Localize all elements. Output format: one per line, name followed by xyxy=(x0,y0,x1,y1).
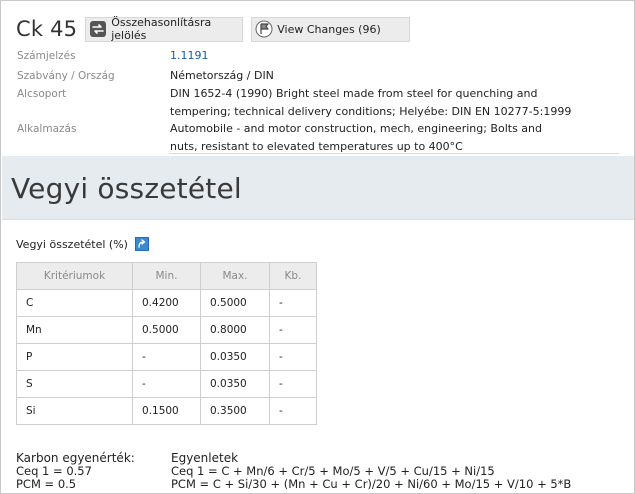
mark-for-compare-label: Összehasonlításra jelölés xyxy=(111,16,212,42)
table-row: Mn 0.5000 0.8000 - xyxy=(16,316,317,344)
property-label: Szabvány / Ország xyxy=(17,70,115,82)
property-row-number: Számjelzés 1.1191 xyxy=(17,47,577,67)
equations: Egyenletek Ceq 1 = C + Mn/6 + Cr/5 + Mo/… xyxy=(171,452,571,491)
property-value: Németország / DIN xyxy=(170,69,274,82)
column-header[interactable]: Kritériumok xyxy=(16,262,133,290)
property-row-subgroup: Alcsoport DIN 1652-4 (1990) Bright steel… xyxy=(17,85,577,120)
table-row: C 0.4200 0.5000 - xyxy=(16,289,317,317)
section-banner: Vegyi összetétel xyxy=(2,156,634,220)
material-properties: Számjelzés 1.1191 Szabvány / Ország Néme… xyxy=(17,47,577,156)
page-frame: Ck 45 Összehasonlításra jelölés View Cha… xyxy=(0,0,635,494)
mark-for-compare-button[interactable]: Összehasonlításra jelölés xyxy=(85,16,244,42)
max-cell: 0.0350 xyxy=(200,370,270,398)
approx-cell: - xyxy=(269,343,317,371)
element-cell: S xyxy=(16,370,133,398)
min-cell: 0.4200 xyxy=(132,289,201,317)
max-cell: 0.8000 xyxy=(200,316,270,344)
property-value: Automobile - and motor construction, mec… xyxy=(170,122,542,153)
property-label: Alkalmazás xyxy=(17,123,77,135)
equation-pcm: PCM = C + Si/30 + (Mn + Cu + Cr)/20 + Ni… xyxy=(171,477,572,491)
table-header-row: Kritériumok Min. Max. Kb. xyxy=(16,262,317,290)
approx-cell: - xyxy=(269,397,317,425)
material-header: Ck 45 Összehasonlításra jelölés View Cha… xyxy=(16,15,418,43)
composition-table: Kritériumok Min. Max. Kb. C 0.4200 0.500… xyxy=(16,262,317,425)
carbon-pcm: PCM = 0.5 xyxy=(16,477,77,491)
view-changes-label: View Changes (96) xyxy=(277,22,381,36)
carbon-equivalent: Karbon egyenérték: Ceq 1 = 0.57 PCM = 0.… xyxy=(16,452,135,491)
property-row-standard: Szabvány / Ország Németország / DIN xyxy=(17,67,577,85)
min-cell: - xyxy=(132,370,201,398)
column-header[interactable]: Kb. xyxy=(269,262,317,290)
table-row: P - 0.0350 - xyxy=(16,343,317,371)
view-changes-button[interactable]: View Changes (96) xyxy=(251,16,411,42)
table-row: S - 0.0350 - xyxy=(16,370,317,398)
flag-icon xyxy=(255,20,273,38)
property-value[interactable]: 1.1191 xyxy=(170,47,577,65)
max-cell: 0.0350 xyxy=(200,343,270,371)
composition-subtitle: Vegyi összetétel (%) xyxy=(16,237,149,251)
section-title: Vegyi összetétel xyxy=(11,172,242,205)
column-header[interactable]: Min. xyxy=(132,262,201,290)
min-cell: 0.1500 xyxy=(132,397,201,425)
min-cell: 0.5000 xyxy=(132,316,201,344)
property-value: DIN 1652-4 (1990) Bright steel made from… xyxy=(170,87,572,118)
max-cell: 0.5000 xyxy=(200,289,270,317)
approx-cell: - xyxy=(269,370,317,398)
composition-subtitle-text: Vegyi összetétel (%) xyxy=(16,237,128,251)
element-cell: Mn xyxy=(16,316,133,344)
open-config-icon[interactable] xyxy=(134,237,149,251)
max-cell: 0.3500 xyxy=(200,397,270,425)
property-row-application: Alkalmazás Automobile - and motor constr… xyxy=(17,120,577,156)
compare-arrows-icon xyxy=(89,20,107,38)
property-label: Alcsoport xyxy=(17,88,67,100)
column-header[interactable]: Max. xyxy=(200,262,270,290)
element-cell: C xyxy=(16,289,133,317)
material-title: Ck 45 xyxy=(16,17,78,41)
table-row: Si 0.1500 0.3500 - xyxy=(16,397,317,425)
divider xyxy=(169,153,619,154)
property-label: Számjelzés xyxy=(17,50,76,62)
approx-cell: - xyxy=(269,316,317,344)
min-cell: - xyxy=(132,343,201,371)
element-cell: P xyxy=(16,343,133,371)
element-cell: Si xyxy=(16,397,133,425)
approx-cell: - xyxy=(269,289,317,317)
